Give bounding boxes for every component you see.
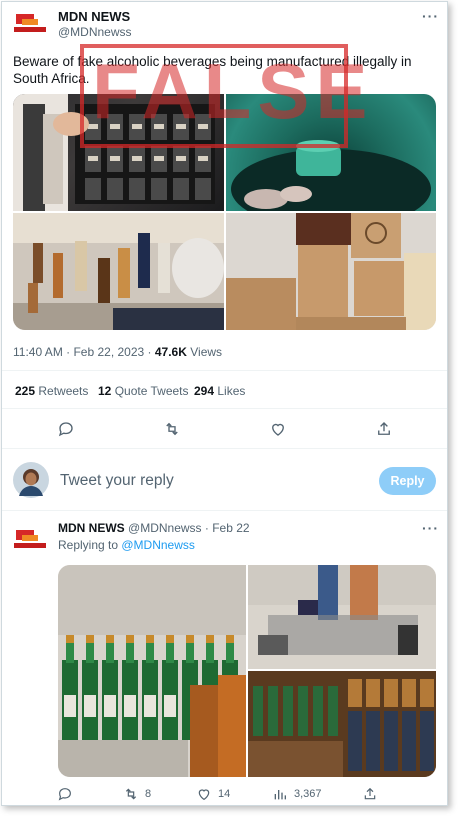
reply-image-3[interactable]: [248, 671, 436, 777]
tweet-timestamp: 11:40 AM · Feb 22, 2023 · 47.6K Views: [13, 345, 222, 359]
retweet-action-icon[interactable]: [123, 786, 139, 802]
tweet-image-4[interactable]: [226, 213, 436, 330]
divider: [2, 510, 447, 511]
divider: [2, 448, 447, 449]
reply-input[interactable]: Tweet your reply: [60, 472, 174, 490]
reply-image-2[interactable]: [248, 565, 436, 669]
reply-more-options-button[interactable]: ···: [422, 520, 439, 536]
bottle-rows-illustration: [248, 671, 436, 777]
likes-label: Likes: [214, 384, 246, 398]
retweets-count: 225: [15, 384, 36, 398]
quotes-count: 12: [98, 384, 112, 398]
reply-author-handle[interactable]: @MDNnewss: [128, 521, 202, 535]
user-avatar[interactable]: [13, 462, 49, 498]
like-icon[interactable]: [269, 420, 287, 438]
quotes-label: Quote Tweets: [111, 384, 189, 398]
reply-date[interactable]: · Feb 22: [202, 521, 250, 535]
reply-like-count: 14: [218, 788, 231, 800]
replying-to: Replying to @MDNnewss: [58, 538, 195, 552]
like-action-icon[interactable]: [196, 786, 212, 802]
share-action-icon[interactable]: [362, 786, 378, 802]
tweet-image-3[interactable]: [13, 213, 224, 330]
retweets-label: Retweets: [35, 384, 89, 398]
mdn-logo-reply[interactable]: [14, 526, 46, 552]
green-bottles-illustration: [58, 565, 246, 777]
tweet-time[interactable]: 11:40 AM · Feb 22, 2023 ·: [13, 345, 155, 359]
divider: [2, 370, 447, 371]
bottles-on-floor-illustration: [13, 213, 224, 330]
replying-to-handle-link[interactable]: @MDNnewss: [121, 538, 195, 552]
views-label: Views: [186, 345, 223, 359]
tweet-thread-frame: MDN NEWS @MDNnewss ··· Beware of fake al…: [1, 1, 448, 806]
analytics-icon[interactable]: [272, 786, 288, 802]
mdn-logo[interactable]: [14, 10, 46, 36]
reply-icon[interactable]: [57, 420, 75, 438]
more-options-button[interactable]: ···: [422, 8, 439, 24]
retweet-icon[interactable]: [163, 420, 181, 438]
views-count: 47.6K: [154, 345, 187, 359]
share-icon[interactable]: [375, 420, 393, 438]
reply-retweet-count: 8: [145, 788, 152, 800]
reply-views-count: 3,367: [294, 788, 322, 800]
divider: [2, 408, 447, 409]
false-stamp-text: FALSE: [92, 47, 374, 135]
reply-author-name[interactable]: MDN NEWS: [58, 521, 125, 535]
seized-items-illustration: [248, 565, 436, 655]
cardboard-boxes-illustration: [226, 213, 436, 330]
author-name[interactable]: MDN NEWS: [58, 9, 130, 24]
reply-header: MDN NEWS @MDNnewss · Feb 22: [58, 521, 250, 535]
retweets-stat[interactable]: 225 Retweets: [15, 384, 88, 398]
replying-to-label: Replying to: [58, 538, 122, 552]
reply-button[interactable]: Reply: [379, 467, 436, 495]
likes-count: 294: [194, 384, 215, 398]
likes-stat[interactable]: 294 Likes: [194, 384, 245, 398]
author-handle[interactable]: @MDNnewss: [58, 25, 132, 39]
reply-action-icon[interactable]: [57, 786, 73, 802]
quotes-stat[interactable]: 12 Quote Tweets: [98, 384, 189, 398]
reply-image-1[interactable]: [58, 565, 246, 777]
